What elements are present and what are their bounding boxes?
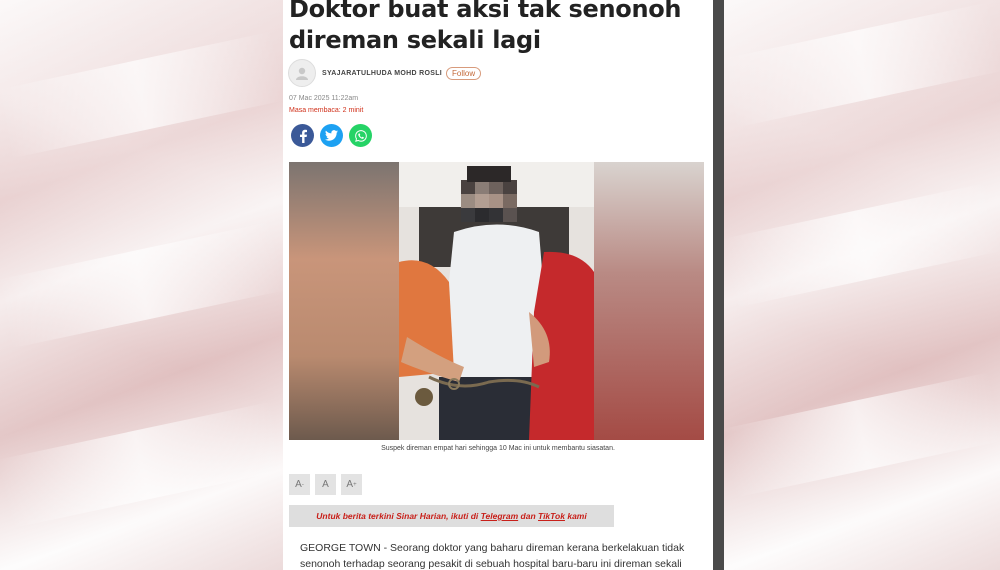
font-increase-button[interactable]: A + [341, 474, 362, 495]
font-decrease-label: A [295, 479, 302, 490]
twitter-icon [325, 130, 338, 141]
read-time: Masa membaca: 2 minit [289, 107, 364, 114]
font-increase-sub: + [353, 481, 357, 488]
headline-line-2: direman sekali lagi [289, 26, 541, 54]
font-normal-button[interactable]: A [315, 474, 336, 495]
twitter-share-button[interactable] [320, 124, 343, 147]
promo-prefix: Untuk berita terkini Sinar Harian, ikuti… [316, 511, 479, 521]
promo-suffix: kami [567, 511, 587, 521]
facebook-icon [299, 129, 307, 143]
facebook-share-button[interactable] [291, 124, 314, 147]
promo-banner: Untuk berita terkini Sinar Harian, ikuti… [289, 505, 614, 527]
follow-button[interactable]: Follow [446, 66, 482, 80]
publish-date: 07 Mac 2025 11:22am [289, 95, 359, 102]
headline: Doktor buat aksi tak senonoh direman sek… [289, 0, 709, 56]
scrollbar-divider [713, 0, 724, 570]
font-decrease-button[interactable]: A- [289, 474, 310, 495]
avatar[interactable] [288, 59, 316, 87]
author-name[interactable]: SYAJARATULHUDA MOHD ROSLI [322, 70, 442, 77]
body-line-2: senonoh terhadap seorang pesakit di sebu… [300, 558, 682, 570]
photo-caption: Suspek direman empat hari sehingga 10 Ma… [381, 445, 615, 452]
article-photo [289, 162, 704, 440]
promo-middle: dan [520, 511, 536, 521]
font-normal-label: A [322, 479, 329, 490]
user-icon [296, 67, 308, 80]
background-left [0, 0, 288, 570]
tiktok-link[interactable]: TikTok [538, 511, 565, 521]
font-size-controls: A- A A + [289, 474, 362, 495]
article-body: GEORGE TOWN - Seorang doktor yang baharu… [300, 540, 705, 570]
headline-line-1: Doktor buat aksi tak senonoh [289, 0, 682, 23]
background-right [719, 0, 1000, 570]
font-decrease-sub: - [301, 481, 304, 488]
telegram-link[interactable]: Telegram [481, 511, 518, 521]
share-row [291, 124, 372, 147]
font-increase-label: A [346, 479, 354, 490]
article-page: Doktor buat aksi tak senonoh direman sek… [283, 0, 713, 570]
author-row: SYAJARATULHUDA MOHD ROSLI Follow [288, 59, 482, 87]
whatsapp-share-button[interactable] [349, 124, 372, 147]
whatsapp-icon [354, 129, 367, 142]
body-line-1: GEORGE TOWN - Seorang doktor yang baharu… [300, 542, 685, 554]
photo-image [289, 162, 704, 440]
